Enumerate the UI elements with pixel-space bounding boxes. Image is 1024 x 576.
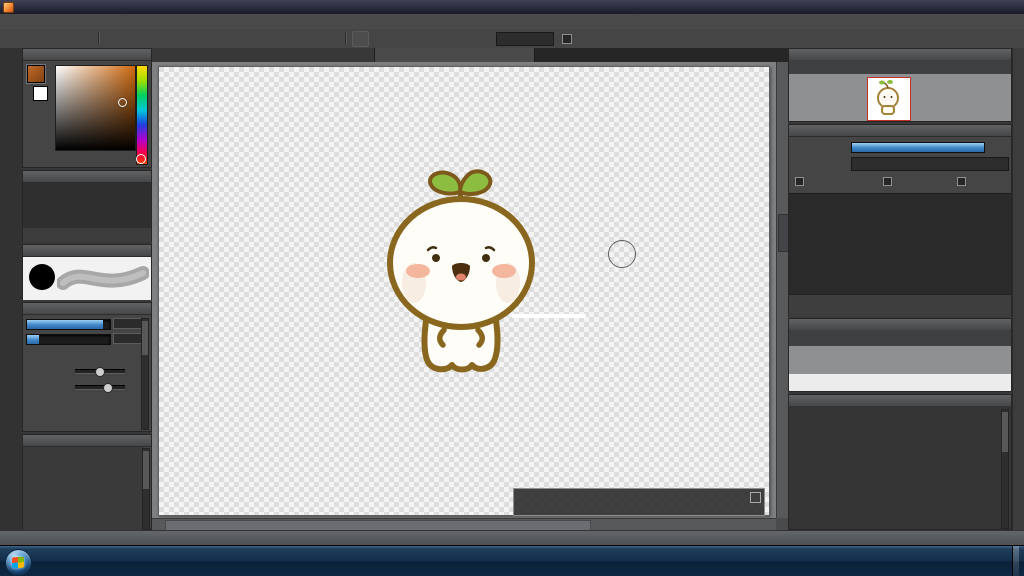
brush-stroke-preview <box>57 266 149 290</box>
canvas-region <box>152 48 789 531</box>
palette-swatch-area[interactable] <box>23 183 151 229</box>
windows-taskbar <box>0 545 1024 576</box>
brush-size-slider[interactable] <box>26 319 111 330</box>
navigator-toolbar <box>789 60 1011 75</box>
blend-mode-value <box>852 159 856 168</box>
ref-toolbar <box>789 330 1011 347</box>
color-panel-title <box>23 49 151 61</box>
brush-size-content <box>789 406 1011 529</box>
system-tray <box>991 546 1019 576</box>
main-area <box>0 48 1024 531</box>
brush-size-value[interactable] <box>113 318 143 329</box>
navigator-mini-art <box>877 80 899 115</box>
collapse-brush-size-icon[interactable] <box>1013 396 1024 406</box>
update-notification <box>513 488 765 516</box>
canvas-viewport[interactable] <box>152 62 776 518</box>
color-panel <box>22 48 152 168</box>
app-icon <box>3 2 14 13</box>
brush-control-title <box>23 303 151 315</box>
scrollbar-corner <box>776 518 788 530</box>
color-picker-marker[interactable] <box>118 98 127 107</box>
show-desktop-button[interactable] <box>1012 546 1019 576</box>
foreground-color-swatch[interactable] <box>27 65 45 83</box>
medibang-paint-window <box>0 0 1024 576</box>
reference-view[interactable] <box>789 346 1011 374</box>
clipping-checkbox[interactable] <box>883 177 894 187</box>
brush-control-scrollbar[interactable] <box>141 318 149 430</box>
palette-panel-title <box>23 171 151 183</box>
color-load-slider[interactable] <box>75 383 125 393</box>
background-color-swatch[interactable] <box>33 86 48 101</box>
antialias-icon[interactable] <box>352 31 369 47</box>
tool-strip <box>0 48 23 530</box>
color-mix-slider[interactable] <box>75 367 125 377</box>
palette-panel <box>22 170 152 242</box>
toolbar-separator <box>98 32 100 44</box>
canvas-vertical-scrollbar[interactable] <box>776 62 789 518</box>
layer-list <box>789 193 1011 295</box>
toolbar-separator <box>345 32 347 44</box>
blend-mode-select[interactable] <box>851 157 1009 171</box>
brush-list-title <box>23 435 151 447</box>
tab-fnj-mdp[interactable] <box>375 48 535 62</box>
hue-slider[interactable] <box>136 65 148 165</box>
protect-alpha-checkbox[interactable] <box>795 177 806 187</box>
brush-opacity-value[interactable] <box>113 333 143 344</box>
reference-empty-area <box>789 374 1011 391</box>
layer-panel-content <box>789 137 1011 317</box>
lock-checkbox[interactable] <box>957 177 968 187</box>
adjust-select[interactable] <box>496 32 554 46</box>
navigator-thumbnail[interactable] <box>867 77 911 121</box>
start-button[interactable] <box>5 549 32 576</box>
left-panel-column <box>22 48 152 530</box>
collapse-layer-icon[interactable] <box>1013 126 1024 136</box>
title-bar <box>0 0 1024 15</box>
brush-list-panel <box>22 434 152 530</box>
palette-toolbar <box>23 228 151 242</box>
layer-panel-title <box>789 125 1011 137</box>
reference-panel <box>788 318 1012 392</box>
panel-collapse-rail <box>1012 48 1024 530</box>
notification-close-icon[interactable] <box>750 492 761 503</box>
brush-cursor <box>608 240 636 268</box>
right-panel-column <box>788 48 1012 530</box>
collapse-reference-icon[interactable] <box>1013 320 1024 330</box>
adjust-value <box>497 34 501 43</box>
soft-edge-checkbox[interactable] <box>562 34 572 44</box>
windows-logo-icon <box>12 556 24 569</box>
brush-tip-preview <box>29 264 55 290</box>
brush-list-content <box>23 447 151 530</box>
saturation-value-picker[interactable] <box>55 65 136 151</box>
brush-opacity-slider[interactable] <box>26 334 111 345</box>
hue-marker[interactable] <box>136 154 146 164</box>
brush-list <box>23 447 143 530</box>
layer-panel <box>788 124 1012 317</box>
brush-list-scrollbar[interactable] <box>142 448 150 530</box>
toolbar <box>0 29 1024 49</box>
brush-control-content <box>23 315 151 432</box>
canvas-horizontal-scrollbar[interactable] <box>152 518 776 531</box>
menu-bar <box>0 14 1024 30</box>
navigator-panel <box>788 48 1012 122</box>
brush-preview-panel <box>22 244 152 300</box>
brush-size-scrollbar[interactable] <box>1001 409 1009 529</box>
document-tab-bar <box>152 48 788 62</box>
brush-size-panel <box>788 394 1012 530</box>
artist-annotation <box>512 314 586 318</box>
brush-control-panel <box>22 302 152 432</box>
color-panel-content <box>23 61 151 168</box>
status-bar <box>0 530 1024 545</box>
layer-opacity-slider[interactable] <box>851 142 985 153</box>
brush-preview-content <box>23 257 151 300</box>
palette-panel-content <box>23 183 151 242</box>
tab-fnj-jpg[interactable] <box>152 48 375 62</box>
collapse-navigator-icon[interactable] <box>1013 50 1024 60</box>
brush-preview-title <box>23 245 151 257</box>
layer-toolbar <box>789 294 1011 317</box>
character-artwork <box>387 169 535 373</box>
navigator-content[interactable] <box>789 74 1011 121</box>
